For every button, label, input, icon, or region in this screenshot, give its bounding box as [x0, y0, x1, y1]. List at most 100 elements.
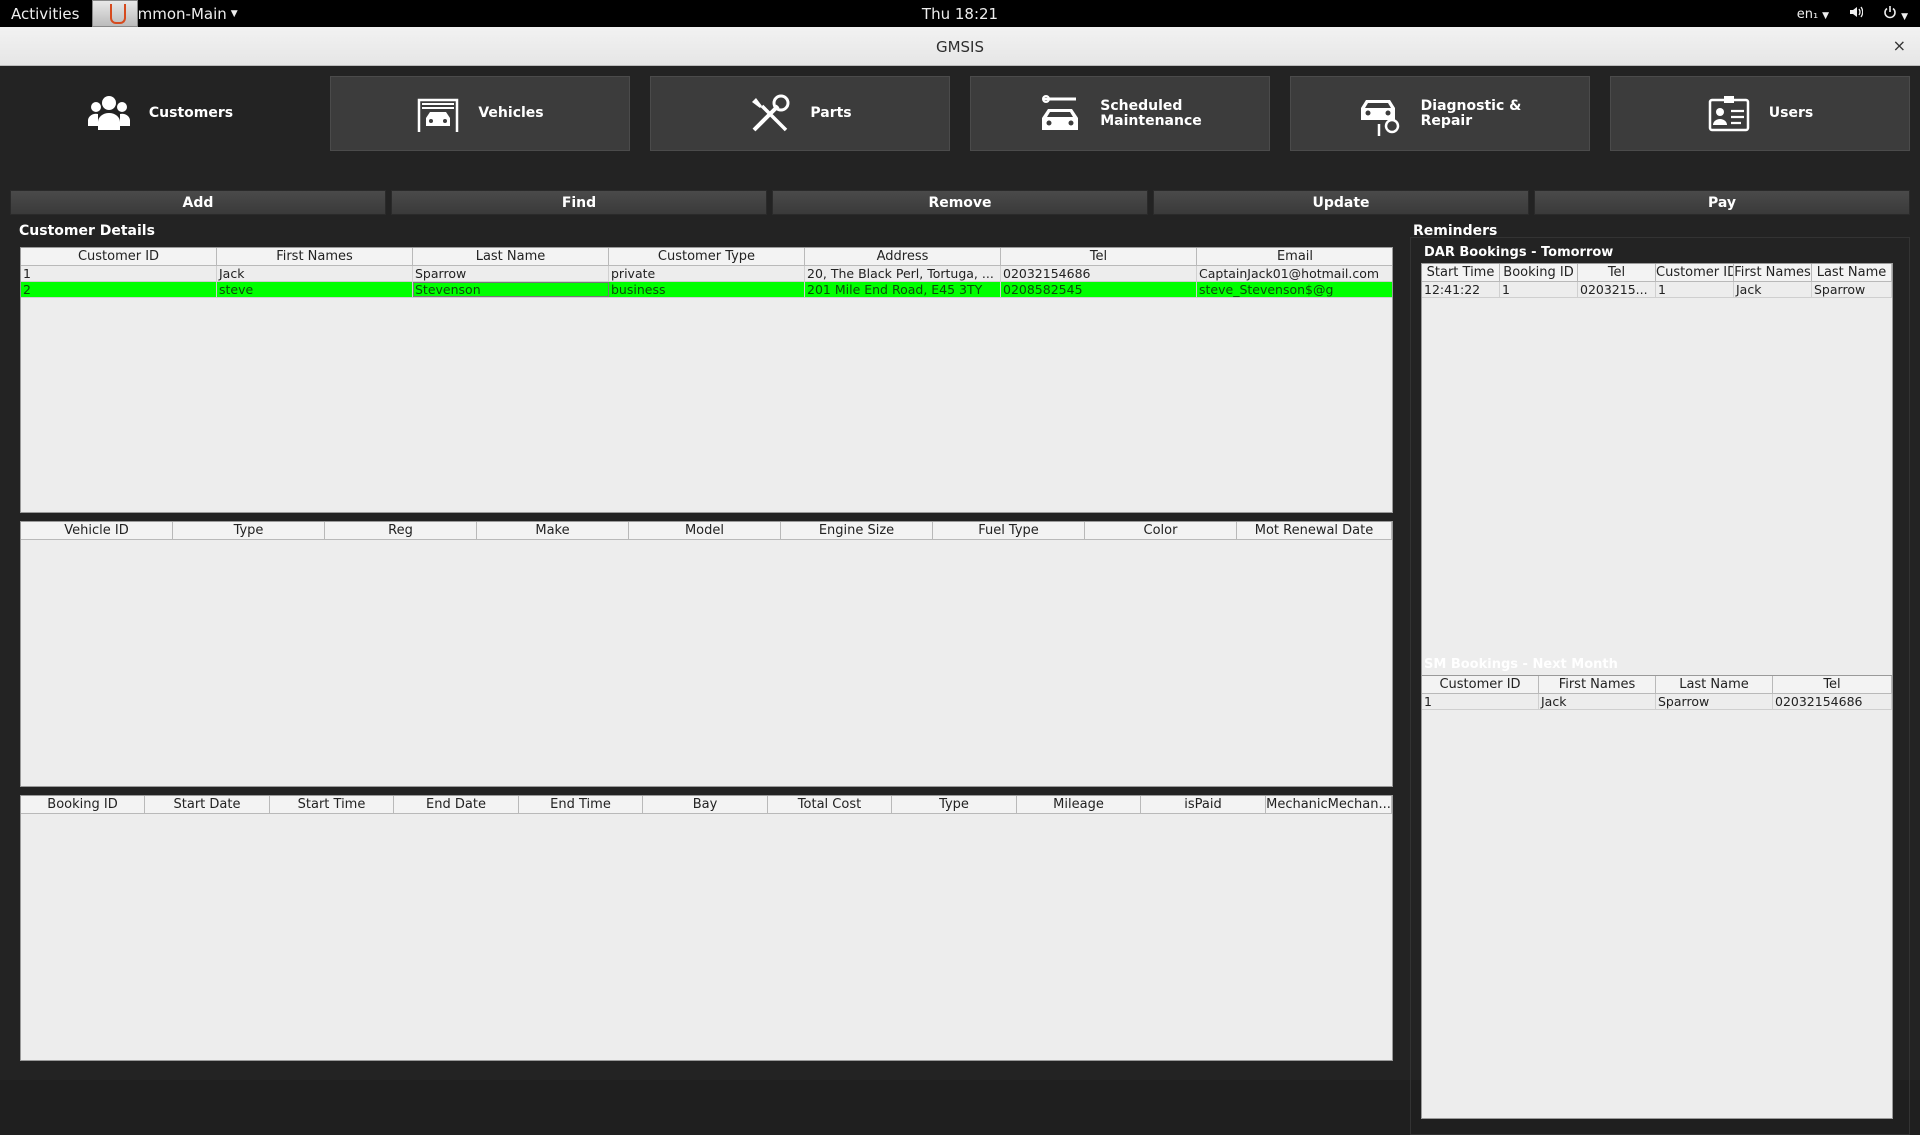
reminders-title: Reminders	[1413, 223, 1498, 239]
column-header[interactable]: Type	[173, 522, 325, 539]
column-header[interactable]: Tel	[1578, 264, 1656, 281]
nav-diagnostic-repair[interactable]: Diagnostic & Repair	[1290, 76, 1590, 151]
column-header[interactable]: Start Time	[270, 796, 394, 813]
column-header[interactable]: Customer Type	[609, 248, 805, 265]
sm-bookings-table[interactable]: Customer ID First Names Last Name Tel 1 …	[1421, 675, 1893, 1119]
vehicle-garage-icon	[418, 98, 459, 132]
pay-button[interactable]: Pay	[1534, 190, 1910, 215]
column-header[interactable]: Customer ID	[1422, 676, 1539, 693]
car-service-icon	[1042, 94, 1079, 130]
nav-scheduled-maintenance[interactable]: Scheduled Maintenance	[970, 76, 1270, 151]
table-cell: Sparrow	[1812, 282, 1892, 297]
column-header[interactable]: First Names	[1539, 676, 1656, 693]
column-header[interactable]: First Names	[217, 248, 413, 265]
column-header[interactable]: Last Name	[413, 248, 609, 265]
chevron-down-icon: ▼	[230, 8, 238, 19]
column-header[interactable]: Reg	[325, 522, 477, 539]
customers-table[interactable]: Customer ID First Names Last Name Custom…	[20, 247, 1393, 513]
remove-button[interactable]: Remove	[772, 190, 1148, 215]
column-header[interactable]: Customer ID	[21, 248, 217, 265]
table-cell: 1	[1656, 282, 1734, 297]
app-menu[interactable]: Common-Main ▼	[92, 0, 238, 27]
table-row[interactable]: 1 Jack Sparrow 02032154686	[1422, 694, 1892, 710]
table-header: Booking ID Start Date Start Time End Dat…	[21, 796, 1392, 814]
vehicles-table[interactable]: Vehicle ID Type Reg Make Model Engine Si…	[20, 521, 1393, 787]
column-header[interactable]: Type	[892, 796, 1017, 813]
column-header[interactable]: End Time	[519, 796, 643, 813]
column-header[interactable]: Make	[477, 522, 629, 539]
window-titlebar: GMSIS ×	[0, 27, 1920, 66]
table-cell: private	[609, 266, 805, 281]
speaker-icon[interactable]	[1849, 6, 1864, 22]
column-header[interactable]: Booking ID	[1500, 264, 1578, 281]
table-cell: 02032154686	[1001, 266, 1197, 281]
column-header[interactable]: Color	[1085, 522, 1237, 539]
chevron-down-icon: ▼	[1822, 10, 1830, 21]
column-header[interactable]: Booking ID	[21, 796, 145, 813]
wrench-screwdriver-icon	[752, 94, 790, 131]
customers-icon	[87, 95, 130, 130]
bookings-table[interactable]: Booking ID Start Date Start Time End Dat…	[20, 795, 1393, 1061]
language-label: en₁	[1796, 6, 1819, 22]
column-header[interactable]: Start Time	[1422, 264, 1500, 281]
nav-customers[interactable]: Customers	[10, 76, 310, 151]
nav-label: Vehicles	[478, 105, 544, 121]
column-header[interactable]: Email	[1197, 248, 1392, 265]
nav-users[interactable]: Users	[1610, 76, 1910, 151]
table-cell: Jack	[1539, 694, 1656, 709]
table-row[interactable]: 12:41:22 1 0203215... 1 Jack Sparrow	[1422, 282, 1892, 298]
column-header[interactable]: Customer ID	[1656, 264, 1734, 281]
nav-label: Customers	[148, 105, 234, 121]
column-header[interactable]: Model	[629, 522, 781, 539]
java-app-icon	[92, 0, 138, 27]
table-cell: 0208582545	[1001, 282, 1197, 297]
activities-button[interactable]: Activities	[11, 5, 79, 23]
table-cell: 02032154686	[1773, 694, 1892, 709]
update-button[interactable]: Update	[1153, 190, 1529, 215]
dar-bookings-title: DAR Bookings - Tomorrow	[1424, 245, 1614, 260]
table-cell: business	[609, 282, 805, 297]
column-header[interactable]: MechanicMechan...	[1266, 796, 1392, 813]
table-row-selected[interactable]: 2 steve Stevenson business 201 Mile End …	[21, 282, 1392, 298]
car-repair-icon	[1360, 99, 1399, 136]
column-header[interactable]: Start Date	[145, 796, 270, 813]
column-header[interactable]: Last Name	[1812, 264, 1892, 281]
nav-label: Diagnostic & Repair	[1420, 97, 1522, 129]
close-icon[interactable]: ×	[1893, 36, 1906, 55]
column-header[interactable]: Mileage	[1017, 796, 1141, 813]
column-header[interactable]: Tel	[1001, 248, 1197, 265]
table-row[interactable]: 1 Jack Sparrow private 20, The Black Per…	[21, 266, 1392, 282]
column-header[interactable]: Fuel Type	[933, 522, 1085, 539]
customer-details-title: Customer Details	[19, 223, 155, 239]
column-header[interactable]: First Names	[1734, 264, 1812, 281]
column-header[interactable]: Mot Renewal Date	[1237, 522, 1392, 539]
column-header[interactable]: Engine Size	[781, 522, 933, 539]
dar-bookings-table[interactable]: Start Time Booking ID Tel Customer ID Fi…	[1421, 263, 1893, 707]
language-indicator[interactable]: en₁ ▼	[1797, 7, 1829, 22]
column-header[interactable]: Address	[805, 248, 1001, 265]
table-cell: Sparrow	[413, 266, 609, 281]
table-cell: Jack	[217, 266, 413, 281]
id-card-icon	[1708, 95, 1750, 131]
column-header[interactable]: Tel	[1773, 676, 1892, 693]
nav-parts[interactable]: Parts	[650, 76, 950, 151]
column-header[interactable]: Bay	[643, 796, 768, 813]
table-cell: 1	[21, 266, 217, 281]
column-header[interactable]: isPaid	[1141, 796, 1266, 813]
column-header[interactable]: Last Name	[1656, 676, 1773, 693]
table-header: Customer ID First Names Last Name Custom…	[21, 248, 1392, 266]
table-cell: steve_Stevenson$@g	[1197, 282, 1392, 297]
table-cell: 1	[1500, 282, 1578, 297]
sm-bookings-title: SM Bookings - Next Month	[1424, 657, 1618, 672]
find-button[interactable]: Find	[391, 190, 767, 215]
nav-vehicles[interactable]: Vehicles	[330, 76, 630, 151]
table-header: Start Time Booking ID Tel Customer ID Fi…	[1422, 264, 1892, 282]
table-header: Vehicle ID Type Reg Make Model Engine Si…	[21, 522, 1392, 540]
column-header[interactable]: Vehicle ID	[21, 522, 173, 539]
column-header[interactable]: End Date	[394, 796, 519, 813]
add-button[interactable]: Add	[10, 190, 386, 215]
column-header[interactable]: Total Cost	[768, 796, 892, 813]
power-icon[interactable]: ▼	[1883, 5, 1908, 23]
clock[interactable]: Thu 18:21	[922, 5, 998, 23]
nav-label: Users	[1768, 105, 1814, 121]
